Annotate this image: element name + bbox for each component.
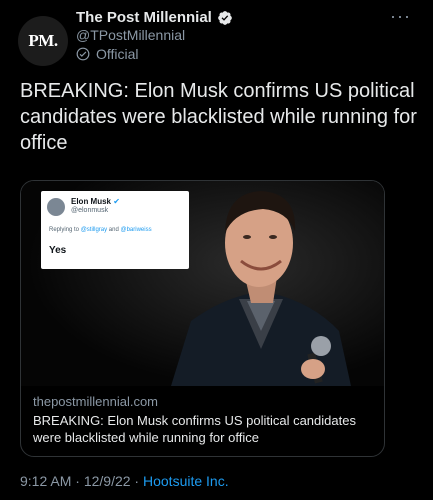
official-label: Official [76,46,139,62]
tweet-text: BREAKING: Elon Musk confirms US politica… [20,80,417,154]
avatar-logo-text: PM. [28,31,58,50]
embedded-name: Elon Musk ✔ [71,197,120,206]
meta-separator: · [130,473,143,489]
embedded-handle: @elonmusk [71,207,109,214]
card-domain: thepostmillennial.com [33,394,159,409]
link-card[interactable]: Elon Musk ✔ @elonmusk Replying to @still… [20,180,385,457]
author-name-row: The Post Millennial [76,9,233,26]
author-display-name[interactable]: The Post Millennial [76,9,212,26]
embedded-replying-to: Replying to @stillgray and @bariweiss [49,227,152,233]
verified-badge-icon [218,10,232,25]
tweet-time[interactable]: 9:12 AM [20,473,71,489]
official-check-icon [76,47,90,61]
card-caption: thepostmillennial.com BREAKING: Elon Mus… [33,394,378,446]
author-avatar[interactable]: PM. [18,16,68,66]
embedded-tweet-text: Yes [49,245,67,256]
card-image: Elon Musk ✔ @elonmusk Replying to @still… [21,181,384,386]
tweet-metadata: 9:12 AM · 12/9/22 · Hootsuite Inc. [20,473,229,489]
official-label-text: Official [96,46,139,62]
meta-separator: · [71,473,84,489]
embedded-tweet-screenshot: Elon Musk ✔ @elonmusk Replying to @still… [41,191,189,269]
author-handle[interactable]: @TPostMillennial [76,27,185,43]
tweet-source[interactable]: Hootsuite Inc. [143,473,229,489]
card-title: BREAKING: Elon Musk confirms US politica… [33,413,356,445]
tweet-date[interactable]: 12/9/22 [84,473,131,489]
more-options-icon[interactable]: ··· [390,6,411,27]
embedded-avatar [47,198,65,216]
